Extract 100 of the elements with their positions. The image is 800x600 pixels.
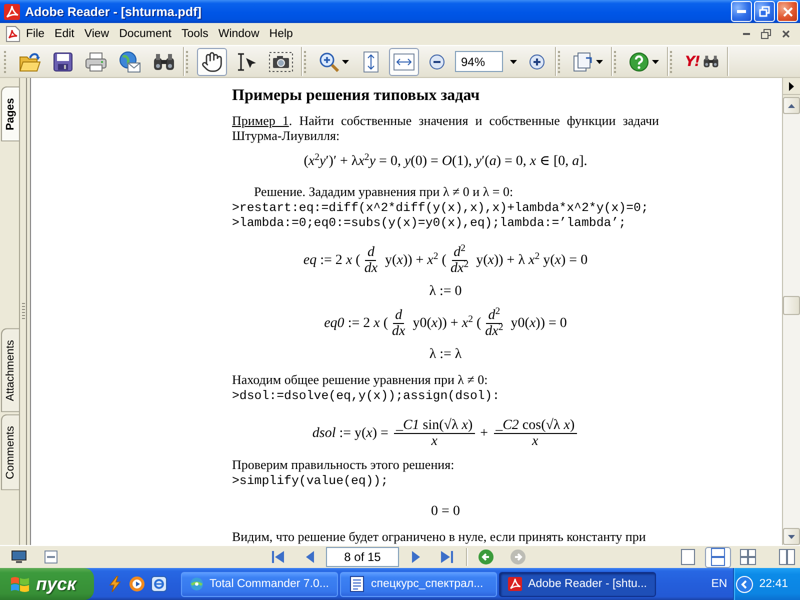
paragraph: Решение. Зададим уравнения при λ ≠ 0 и λ = 0: (253, 184, 514, 199)
fit-page-icon (363, 50, 379, 72)
page-number-field[interactable]: 8 of 15 (326, 547, 399, 567)
taskbar-button[interactable]: спецкурс_спектрал... (340, 572, 497, 596)
paragraph: Проверим правильность этого решения: (232, 457, 456, 472)
menu-item[interactable]: Document (114, 26, 176, 42)
toolbar-grip[interactable] (614, 50, 619, 72)
lightning-icon (107, 576, 123, 592)
help-icon (629, 52, 649, 72)
side-tab[interactable]: Attachments (1, 328, 19, 412)
math-formula: 0 = 0 (430, 503, 461, 521)
paragraph: Пример 1. Найти собственные значения и собственные функции задачи Штурма-Лиувилля: (232, 113, 659, 143)
window-icon (44, 550, 58, 564)
continuous-button[interactable] (705, 546, 731, 568)
hand-tool-button[interactable] (197, 48, 227, 76)
chevron-left-icon (736, 576, 754, 592)
side-tab[interactable]: Pages (1, 86, 19, 142)
globe-envelope-icon (119, 50, 141, 72)
minus-circle-icon (429, 54, 445, 70)
pages-icon (573, 52, 593, 72)
document-icon (349, 576, 365, 592)
app-tile-icon (151, 576, 167, 592)
arrow-down-icon (788, 534, 795, 538)
menu-item[interactable]: File (21, 26, 50, 42)
monitor-icon (11, 550, 27, 564)
folder-icon (19, 52, 41, 72)
code-line: >restart:eq:=diff(x^2*diff(y(x),x),x)+lambda*x^2*y(x)=0; (232, 201, 650, 216)
minimize-icon (742, 33, 750, 35)
web-search-button[interactable]: Y! (681, 48, 723, 76)
continuous-facing-icon (779, 549, 795, 565)
math-formula: (x$^{2}$y′)′ + λx$^{2}$y = 0, y(0) = O(1), y′(a) = 0, x ∈ [0, a]. (302, 153, 588, 171)
quick-launch-button[interactable] (129, 576, 145, 592)
window-title: Adobe Reader - [shturma.pdf] (25, 4, 202, 18)
quick-launch-button[interactable] (107, 576, 123, 592)
side-tab[interactable]: Comments (1, 414, 19, 490)
camera-icon (269, 52, 293, 72)
math-formula: dsol := y(x) = _C1 sin(√λ x) x + _C2 cos(√λ x) x (311, 418, 578, 449)
scroll-thumb[interactable] (783, 296, 800, 315)
hand-icon (201, 50, 223, 72)
taskbar-button[interactable]: Total Commander 7.0... (181, 572, 338, 596)
toolbar-grip[interactable] (304, 50, 309, 72)
fit-width-button[interactable] (389, 48, 419, 76)
quick-launch-button[interactable] (151, 576, 167, 592)
code-line: >lambda:=0;eq0:=subs(y(x)=y0(x),eq);lambda:=’lambda’; (232, 216, 628, 231)
scroll-up-button[interactable] (783, 97, 800, 114)
fit-width-icon (393, 52, 415, 70)
page-heading: Примеры решения типовых задач (232, 86, 481, 106)
show-hidden-icons-button[interactable] (736, 576, 754, 592)
triangle-right-icon (789, 82, 794, 90)
arrow-up-icon (788, 104, 795, 108)
menu-item[interactable]: Window (213, 26, 264, 42)
single-page-icon (681, 549, 695, 565)
menu-item[interactable]: View (79, 26, 114, 42)
minimize-button[interactable] (731, 1, 752, 22)
start-button[interactable]: пуск (0, 568, 94, 600)
zoom-in-icon (319, 52, 339, 72)
document-restore-button[interactable] (758, 27, 774, 41)
previous-page-icon (304, 550, 314, 564)
math-formula: λ := 0 (428, 283, 463, 301)
binoculars-icon (702, 55, 719, 68)
last-page-icon (440, 550, 454, 564)
pdf-document-icon (5, 26, 21, 42)
toolbar-grip[interactable] (186, 50, 191, 72)
scroll-down-button[interactable] (783, 528, 800, 545)
close-icon (782, 6, 792, 16)
vertical-scrollbar[interactable] (783, 97, 800, 545)
caret-icon (510, 60, 516, 64)
menu-item[interactable]: Tools (176, 26, 214, 42)
code-line: >simplify(value(eq)); (232, 474, 390, 489)
caret-icon (596, 60, 603, 64)
reader-app-icon (508, 576, 522, 592)
windows-flag-icon (10, 575, 30, 593)
menu-item[interactable]: Help (264, 26, 298, 42)
plus-circle-icon (529, 54, 545, 70)
restore-icon (761, 29, 771, 39)
clock: 22:41 (759, 578, 788, 590)
play-icon (129, 576, 145, 592)
caret-icon (652, 60, 659, 64)
next-page-icon (412, 550, 420, 564)
toolbar-grip[interactable] (670, 50, 675, 72)
app-icon (4, 4, 20, 20)
language-indicator[interactable]: EN (705, 578, 734, 590)
binoculars-icon (153, 52, 175, 70)
minimize-icon (737, 10, 746, 13)
math-formula: λ := λ (428, 346, 463, 364)
facing-pages-icon (740, 549, 756, 565)
text-select-icon (235, 52, 257, 72)
menu-item[interactable]: Edit (50, 26, 80, 42)
restore-icon (759, 6, 770, 17)
restore-button[interactable] (754, 1, 775, 22)
paragraph: Находим общее решение уравнения при λ ≠ 0: (232, 372, 489, 387)
close-button[interactable] (777, 1, 798, 22)
zoom-field[interactable]: 94% (455, 51, 503, 72)
taskbar-button[interactable]: Adobe Reader - [shtu... (499, 572, 656, 596)
close-icon (782, 30, 790, 38)
toolbar-grip[interactable] (4, 50, 9, 72)
toolbar-grip[interactable] (558, 50, 563, 72)
first-page-icon (270, 550, 284, 564)
disc-icon (190, 576, 204, 592)
printer-icon (85, 52, 107, 72)
